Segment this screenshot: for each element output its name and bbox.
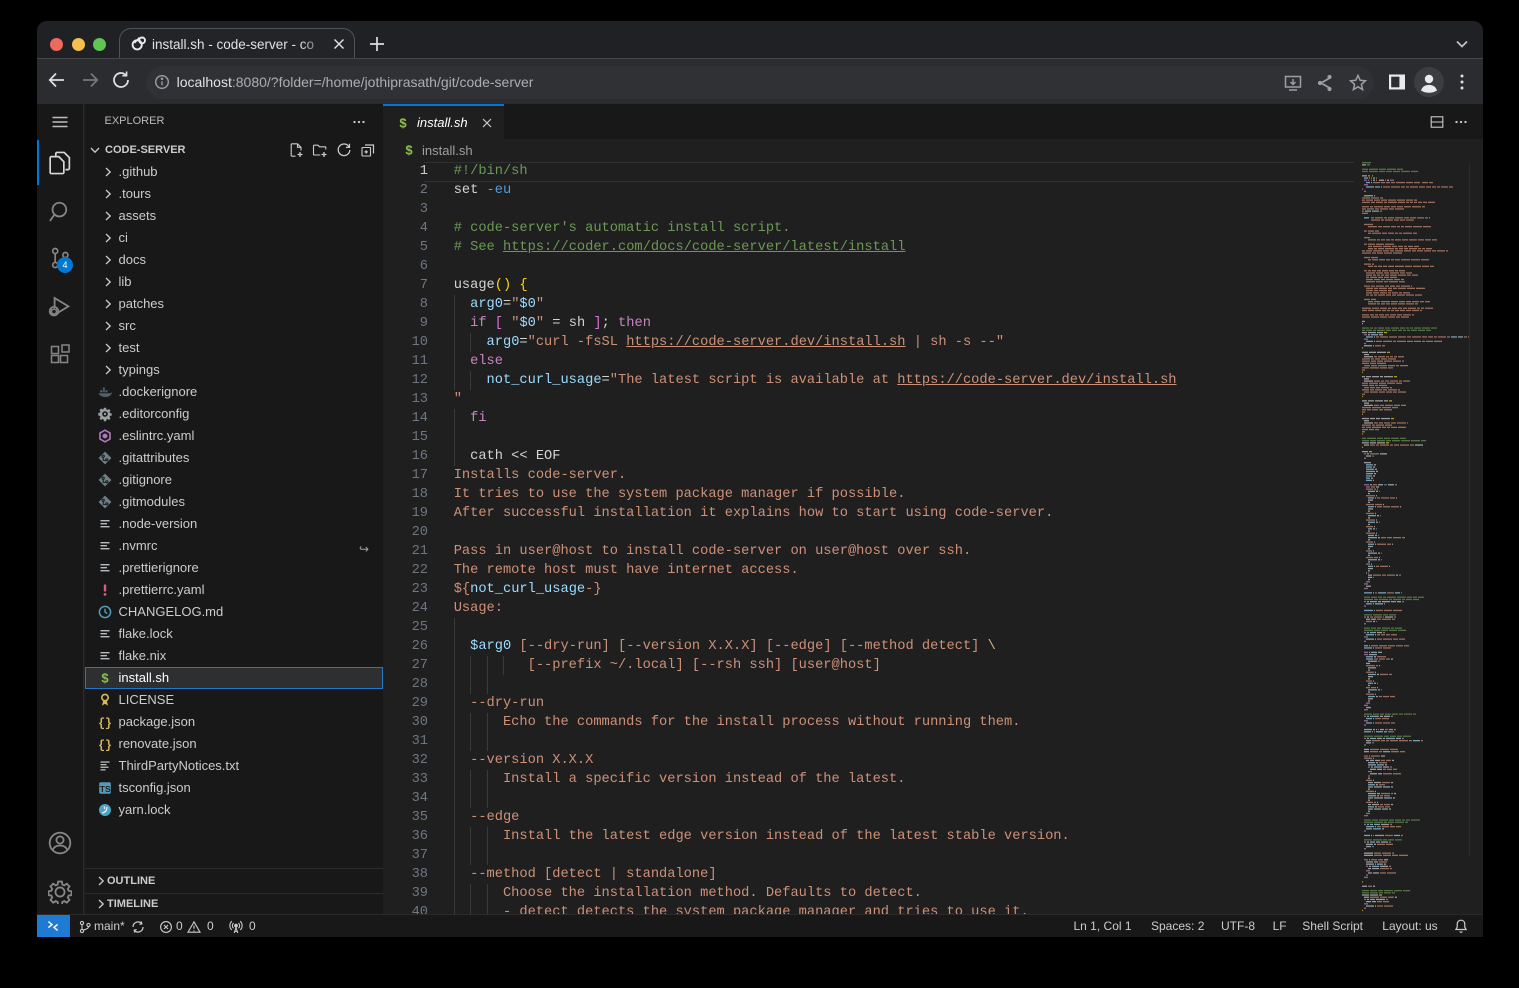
- svg-text:$: $: [399, 115, 407, 130]
- svg-text:TS: TS: [100, 783, 111, 793]
- svg-text:$: $: [101, 670, 109, 685]
- svg-text:$: $: [405, 142, 413, 157]
- svg-text:{}: {}: [98, 717, 112, 730]
- svg-text:{}: {}: [98, 739, 112, 752]
